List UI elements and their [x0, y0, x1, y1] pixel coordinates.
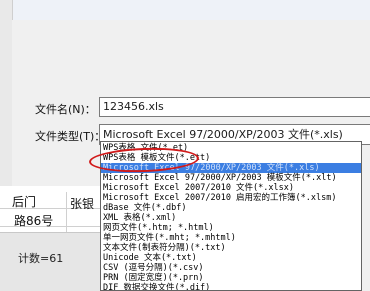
filetype-option[interactable]: PRN (固定宽度)(*.prn) [101, 273, 361, 283]
filetype-option[interactable]: DIF 数据交换文件(*.dif) [101, 283, 361, 290]
grid-line [66, 192, 67, 232]
filetype-option[interactable]: Microsoft Excel 2007/2010 文件(*.xlsx) [101, 183, 361, 193]
sheet-cell[interactable]: 张银 [70, 195, 94, 212]
sheet-cell[interactable]: 后门 [12, 193, 36, 210]
status-count: 计数=61 [18, 252, 64, 265]
screenshot: 文件名(N)： 123456.xls 文件类型(T)： Microsoft Ex… [0, 0, 370, 291]
sheet-cell[interactable]: 路86号 [14, 212, 53, 229]
dialog-title-bar [12, 0, 370, 21]
filetype-option[interactable]: 单一网页文件(*.mht; *.mhtml) [101, 233, 361, 243]
filetype-option[interactable]: CSV (逗号分隔)(*.csv) [101, 263, 361, 273]
filetype-option[interactable]: 文本文件(制表符分隔)(*.txt) [101, 243, 361, 253]
filetype-label: 文件类型(T)： [35, 130, 106, 143]
filetype-option[interactable]: Microsoft Excel 97/2000/XP/2003 模板文件(*.x… [101, 173, 361, 183]
filename-input[interactable]: 123456.xls [99, 97, 370, 117]
filetype-option[interactable]: Unicode 文本(*.txt) [101, 253, 361, 263]
filetype-option[interactable]: Microsoft Excel 2007/2010 启用宏的工作簿(*.xlsm… [101, 193, 361, 203]
filetype-option[interactable]: XML 表格(*.xml) [101, 213, 361, 223]
filetype-option[interactable]: 网页文件(*.htm; *.html) [101, 223, 361, 233]
filename-label: 文件名(N)： [35, 103, 96, 116]
filetype-option[interactable]: dBase 文件(*.dbf) [101, 203, 361, 213]
